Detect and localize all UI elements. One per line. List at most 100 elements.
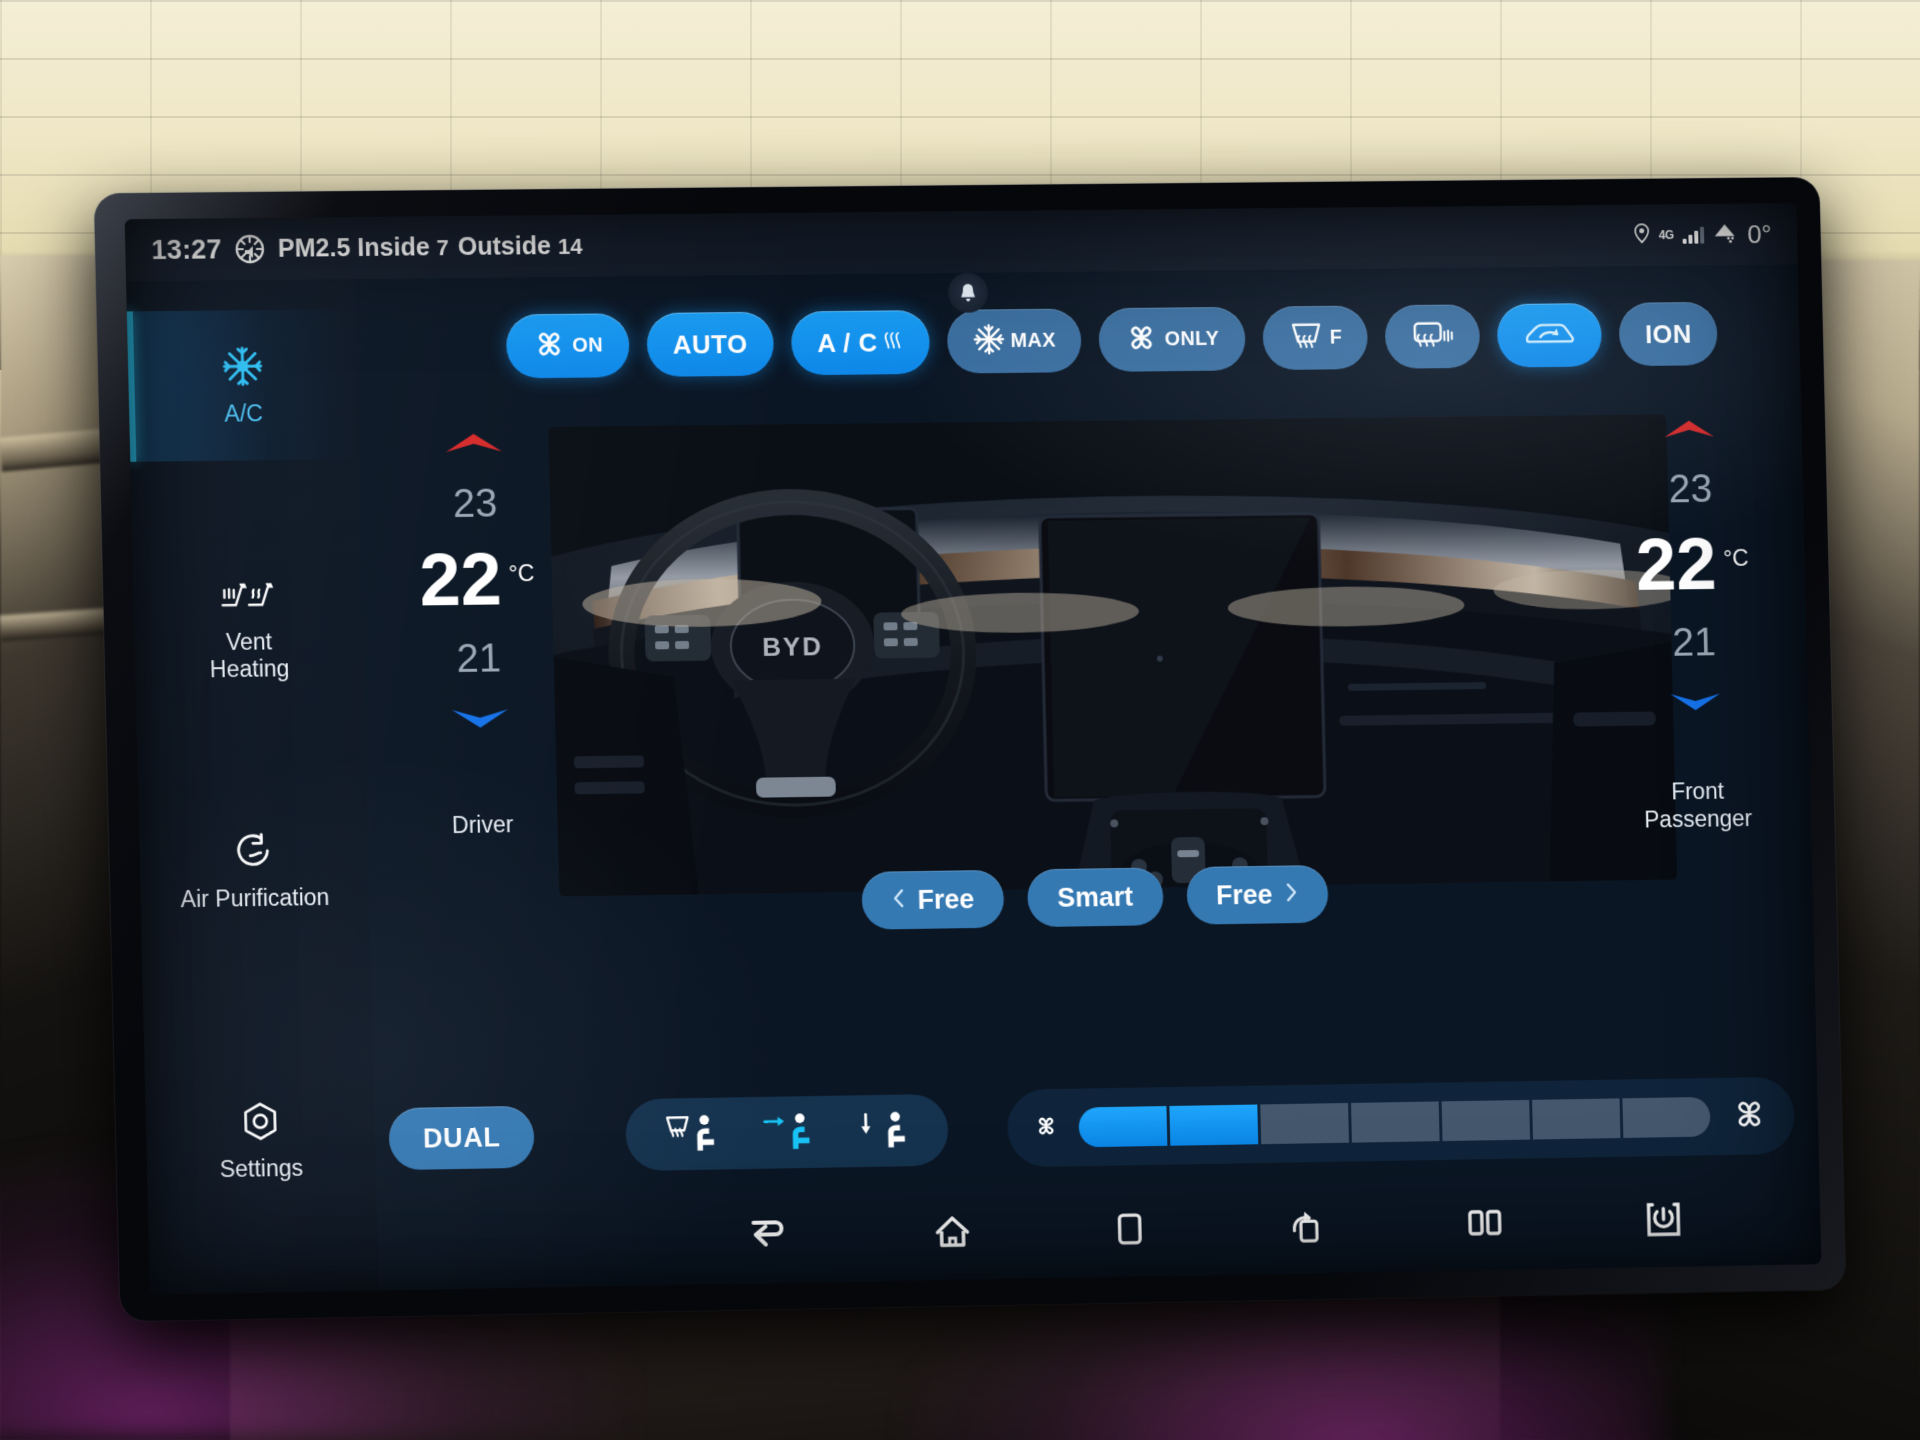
fan-speed-segments[interactable] xyxy=(1078,1096,1711,1148)
passenger-temp-unit: °C xyxy=(1722,544,1749,571)
fan-speed-segment[interactable] xyxy=(1532,1098,1621,1140)
feet-airflow-icon[interactable] xyxy=(857,1109,910,1152)
climate-control-ui: 13:27 PM2.5 Inside 7 Outside 14 4G 0° A/… xyxy=(124,203,1822,1295)
passenger-temp-current-group: 22 °C xyxy=(1634,522,1749,606)
passenger-temp-above: 23 xyxy=(1668,467,1713,512)
heat-waves-icon xyxy=(883,328,904,357)
power-icon[interactable] xyxy=(1646,1202,1680,1236)
dual-button[interactable]: DUAL xyxy=(388,1105,536,1171)
chip-label: ON xyxy=(572,333,604,357)
exterior-temperature: 0° xyxy=(1746,218,1772,249)
chip-label: F xyxy=(1329,326,1343,349)
fan-icon xyxy=(1125,320,1160,359)
driver-temp-unit: °C xyxy=(508,560,535,587)
fan-small-icon xyxy=(1033,1112,1059,1143)
temp-up-button-driver[interactable] xyxy=(442,425,505,460)
car-infotainment-screen: 13:27 PM2.5 Inside 7 Outside 14 4G 0° A/… xyxy=(93,177,1846,1322)
driver-temp-below: 21 xyxy=(456,636,502,682)
car-interior-illustration: BYD xyxy=(548,414,1678,897)
passenger-temp-current: 22 xyxy=(1634,522,1718,606)
sidebar-item-settings[interactable]: Settings xyxy=(145,1063,377,1217)
home-icon[interactable] xyxy=(934,1215,971,1249)
system-nav-bar xyxy=(604,1169,1821,1286)
airflow-preset-center-label: Smart xyxy=(1056,881,1134,913)
status-bar-right: 4G 0° xyxy=(1633,218,1798,250)
rotate-screen-icon[interactable] xyxy=(1288,1208,1322,1244)
rear-defrost-icon xyxy=(1411,319,1455,354)
temp-up-button-passenger[interactable] xyxy=(1661,412,1717,446)
fan-speed-slider[interactable] xyxy=(1007,1076,1796,1168)
chip-front-defrost[interactable]: F xyxy=(1261,305,1369,371)
chip-ac[interactable]: A / C xyxy=(790,310,931,376)
outside-label: Outside xyxy=(457,231,552,261)
defrost-face-airflow-icon[interactable] xyxy=(666,1113,719,1156)
sidebar-item-label: Air Purification xyxy=(180,883,330,912)
fan-icon xyxy=(532,326,567,365)
gear-hex-icon xyxy=(240,1099,281,1144)
status-bar-left: 13:27 PM2.5 Inside 7 Outside 14 xyxy=(125,230,592,266)
display-surface: 13:27 PM2.5 Inside 7 Outside 14 4G 0° A/… xyxy=(124,203,1822,1295)
air-recirculation-icon xyxy=(1523,319,1577,352)
air-quality-icon xyxy=(234,234,265,264)
sidebar-item-label: Vent Heating xyxy=(209,628,290,683)
weather-snow-icon xyxy=(1713,221,1739,248)
sidebar-top-spacer xyxy=(126,279,355,311)
airflow-preset-left[interactable]: Free xyxy=(861,869,1005,930)
airflow-preset-left-label: Free xyxy=(917,883,975,915)
chip-rear-defrost[interactable] xyxy=(1384,304,1481,369)
chip-fan-only[interactable]: ONLY xyxy=(1098,306,1246,372)
sidebar-item-vent-heating[interactable]: Vent Heating xyxy=(132,551,364,704)
temp-down-button-driver[interactable] xyxy=(449,702,512,737)
driver-zone-label: Driver xyxy=(451,811,514,839)
network-type-label: 4G xyxy=(1658,228,1675,243)
driver-temp-current: 22 xyxy=(418,537,503,622)
snowflake-fan-icon xyxy=(221,344,264,389)
climate-quick-toggles: ON AUTO A / C MAX ONLY F ION xyxy=(505,300,1781,379)
fan-speed-segment[interactable] xyxy=(1351,1101,1440,1143)
airflow-preset-center[interactable]: Smart xyxy=(1026,867,1164,928)
chip-air-recirculation[interactable] xyxy=(1497,303,1603,368)
airflow-preset-right[interactable]: Free xyxy=(1185,864,1329,925)
split-screen-icon[interactable] xyxy=(1468,1209,1502,1235)
seat-ventilation-icon xyxy=(216,573,279,618)
inside-label: Inside xyxy=(357,232,430,262)
chip-label: ONLY xyxy=(1164,327,1220,350)
air-purification-icon xyxy=(232,828,275,873)
passenger-zone-label: Front Passenger xyxy=(1644,778,1753,833)
chevron-left-icon xyxy=(891,885,906,916)
chip-label: A / C xyxy=(816,327,879,358)
sidebar-item-air-purification[interactable]: Air Purification xyxy=(138,793,370,947)
driver-temp-current-group: 22 °C xyxy=(418,537,536,622)
temp-down-button-passenger[interactable] xyxy=(1668,685,1724,719)
location-pin-icon xyxy=(1633,223,1650,248)
passenger-temperature-control: 23 22 °C 21 Front Passenger xyxy=(1586,411,1802,835)
face-airflow-icon[interactable] xyxy=(761,1111,814,1154)
chip-label: ION xyxy=(1644,318,1693,349)
bottom-controls: DUAL xyxy=(388,1076,1796,1179)
chip-label: AUTO xyxy=(672,328,749,360)
signal-strength-icon xyxy=(1682,226,1705,244)
air-quality-readout: PM2.5 Inside 7 Outside 14 xyxy=(278,231,592,263)
sidebar-item-ac[interactable]: A/C xyxy=(126,309,360,462)
bell-icon[interactable] xyxy=(947,272,989,313)
back-icon[interactable] xyxy=(747,1218,788,1253)
fan-speed-segment[interactable] xyxy=(1260,1102,1350,1145)
fan-speed-segment[interactable] xyxy=(1169,1104,1259,1146)
photo-background: 13:27 PM2.5 Inside 7 Outside 14 4G 0° A/… xyxy=(0,0,1920,1440)
outside-value: 14 xyxy=(557,233,583,259)
fan-large-icon xyxy=(1729,1093,1769,1138)
chip-ion[interactable]: ION xyxy=(1618,301,1719,367)
clock: 13:27 xyxy=(151,233,223,265)
driver-temp-above: 23 xyxy=(452,481,498,527)
chip-max[interactable]: MAX xyxy=(946,308,1083,374)
snowflake-icon xyxy=(972,323,1005,360)
chip-auto[interactable]: AUTO xyxy=(646,311,775,377)
recents-icon[interactable] xyxy=(1117,1212,1144,1246)
fan-speed-segment[interactable] xyxy=(1622,1096,1711,1138)
passenger-temp-below: 21 xyxy=(1671,620,1717,665)
chip-fan-on[interactable]: ON xyxy=(505,313,630,379)
fan-speed-segment[interactable] xyxy=(1441,1099,1531,1142)
fan-speed-segment[interactable] xyxy=(1078,1106,1168,1148)
